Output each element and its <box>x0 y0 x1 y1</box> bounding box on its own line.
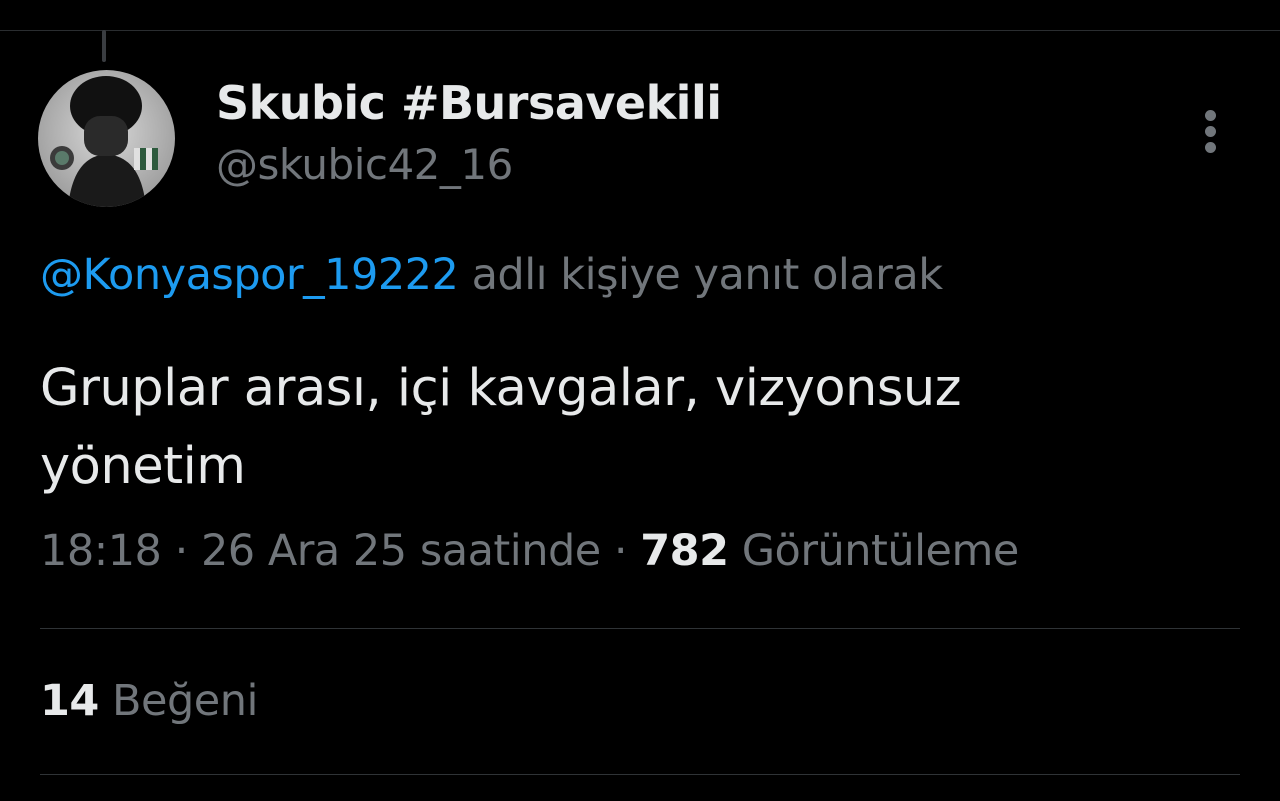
meta-separator: · <box>613 526 628 576</box>
more-vertical-icon <box>1205 110 1216 121</box>
views-label: Görüntüleme <box>741 526 1020 576</box>
meta-separator: · <box>174 526 189 576</box>
likes-count: 14 <box>40 676 99 726</box>
author-handle[interactable]: @skubic42_16 <box>216 140 513 189</box>
divider <box>40 774 1240 775</box>
author-display-name[interactable]: Skubic #Bursavekili <box>216 76 722 130</box>
tweet-date[interactable]: 26 Ara 25 saatinde <box>201 526 601 576</box>
top-divider <box>0 30 1280 31</box>
likes-stat[interactable]: 14 Beğeni <box>40 676 258 726</box>
tweet-time[interactable]: 18:18 <box>40 526 162 576</box>
likes-label: Beğeni <box>112 676 258 726</box>
profile-photo-icon <box>38 70 175 207</box>
divider <box>40 628 1240 629</box>
reply-mention-link[interactable]: @Konyaspor_19222 <box>40 250 459 300</box>
avatar[interactable] <box>38 70 175 207</box>
views-count: 782 <box>640 526 729 576</box>
thread-connector-line <box>102 30 106 62</box>
reply-context: @Konyaspor_19222 adlı kişiye yanıt olara… <box>40 250 943 300</box>
more-vertical-icon <box>1205 126 1216 137</box>
tweet-text: Gruplar arası, içi kavgalar, vizyonsuz y… <box>40 350 1190 506</box>
reply-context-label: adlı kişiye yanıt olarak <box>471 250 944 300</box>
tweet-text-line: Gruplar arası, içi kavgalar, vizyonsuz <box>40 359 962 418</box>
more-vertical-icon <box>1205 142 1216 153</box>
tweet-metadata: 18:18 · 26 Ara 25 saatinde · 782 Görüntü… <box>40 526 1019 576</box>
more-options-button[interactable] <box>1190 104 1232 160</box>
tweet-text-line: yönetim <box>40 437 246 496</box>
